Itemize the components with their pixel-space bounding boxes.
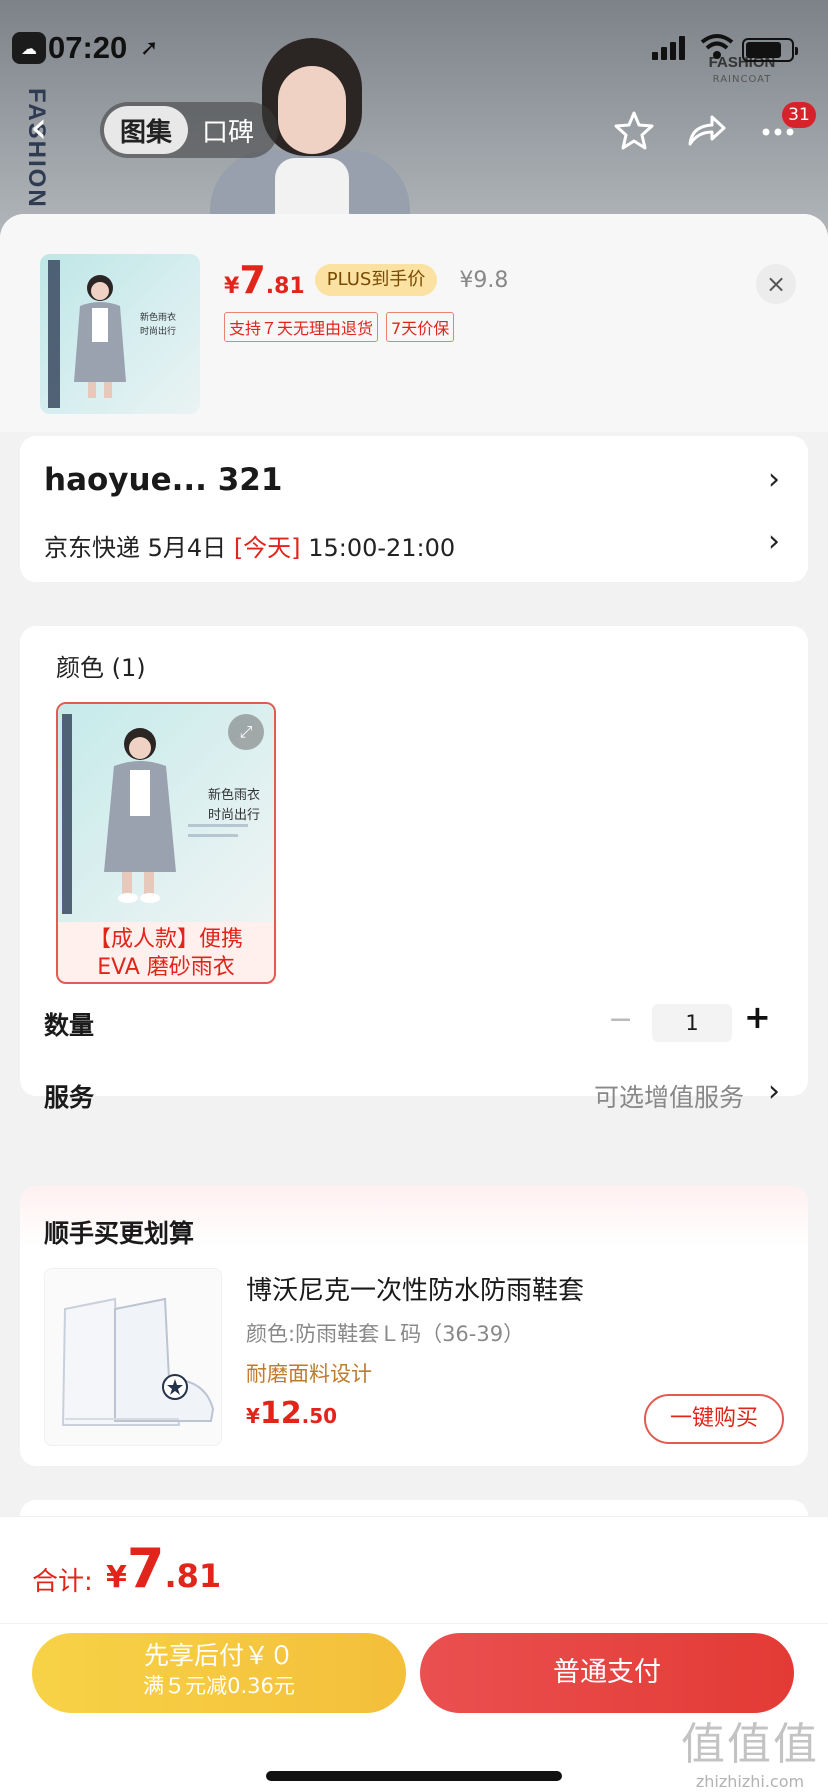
delivery-today: [今天] bbox=[233, 534, 301, 562]
star-icon[interactable] bbox=[612, 108, 656, 152]
bundle-title: 顺手买更划算 bbox=[44, 1219, 195, 1248]
price-protection-tag: 7天价保 bbox=[386, 312, 455, 342]
options-card: 颜色 (1) 新色雨衣 时尚出行 ⤢ 【成人款】便携 EVA 磨砂雨衣 数量 −… bbox=[20, 626, 808, 1112]
cellular-signal-icon bbox=[652, 36, 688, 60]
bundle-item-name[interactable]: 博沃尼克一次性防水防雨鞋套 bbox=[246, 1270, 584, 1307]
watermark-url: zhizhizhi.com bbox=[695, 1772, 805, 1791]
total-label: 合计: bbox=[32, 1567, 93, 1597]
bundle-card: 顺手买更划算 博沃尼克一次性防水防雨鞋套 颜色:防雨鞋套Ｌ码（36-39） 耐磨… bbox=[20, 1186, 808, 1466]
quantity-decrease-button[interactable]: − bbox=[608, 1002, 633, 1037]
color-option-selected[interactable]: 新色雨衣 时尚出行 ⤢ 【成人款】便携 EVA 磨砂雨衣 bbox=[56, 702, 276, 984]
close-icon[interactable]: × bbox=[756, 264, 796, 304]
message-count-badge: 31 bbox=[782, 102, 816, 128]
back-icon[interactable]: ‹ bbox=[30, 106, 48, 150]
quantity-field[interactable]: 1 bbox=[652, 1004, 732, 1042]
divider bbox=[0, 1623, 828, 1624]
option-image-text-1: 新色雨衣 bbox=[208, 788, 261, 803]
chevron-right-icon[interactable]: › bbox=[768, 1074, 780, 1109]
service-label: 服务 bbox=[44, 1083, 95, 1112]
plus-price: ¥7.81 bbox=[224, 258, 305, 302]
home-indicator[interactable] bbox=[266, 1771, 562, 1781]
sheet-header: 新色雨衣 时尚出行 ¥7.81 PLUS到手价 ¥9.8 支持７天无理由退货 7天价保… bbox=[0, 214, 828, 432]
plus-price-tag: PLUS到手价 bbox=[314, 264, 438, 296]
service-value[interactable]: 可选增值服务 bbox=[594, 1078, 744, 1114]
svg-text:新色雨衣: 新色雨衣 bbox=[140, 311, 176, 323]
bundle-item-spec: 颜色:防雨鞋套Ｌ码（36-39） bbox=[246, 1322, 525, 1346]
pay-later-discount: 满５元减0.36元 bbox=[143, 1674, 295, 1698]
pay-later-button[interactable]: 先享后付￥０ 满５元减0.36元 bbox=[32, 1633, 406, 1713]
svg-text:时尚出行: 时尚出行 bbox=[140, 325, 176, 337]
option-image-text-2: 时尚出行 bbox=[208, 808, 261, 823]
pay-button[interactable]: 普通支付 bbox=[420, 1633, 794, 1713]
original-price: ¥9.8 bbox=[459, 268, 509, 293]
delivery-carrier-date: 京东快递 5月4日 bbox=[44, 534, 227, 562]
color-title: 颜色 (1) bbox=[56, 654, 146, 682]
total-price: ¥7.81 bbox=[106, 1537, 222, 1600]
raincoat-thumbnail-art: 新色雨衣 时尚出行 bbox=[48, 260, 176, 408]
delivery-window: 15:00-21:00 bbox=[308, 534, 456, 562]
bundle-item-feature: 耐磨面料设计 bbox=[246, 1362, 372, 1386]
address-card[interactable]: haoyue... 321 › 京东快递 5月4日 [今天] 15:00-21:… bbox=[20, 436, 808, 582]
color-option-name: 【成人款】便携 EVA 磨砂雨衣 bbox=[88, 927, 243, 980]
chevron-right-icon[interactable]: › bbox=[768, 462, 780, 497]
tab-gallery[interactable]: 图集 bbox=[104, 106, 189, 154]
shoe-cover-art bbox=[61, 1297, 215, 1426]
status-bar: ☁ 07:20 ➚ bbox=[0, 0, 828, 96]
battery-icon bbox=[742, 38, 798, 62]
color-option-image: 新色雨衣 时尚出行 ⤢ bbox=[58, 704, 274, 922]
one-click-buy-button[interactable]: 一键购买 bbox=[644, 1394, 784, 1444]
return-policy-tag: 支持７天无理由退货 bbox=[224, 312, 379, 342]
quantity-label: 数量 bbox=[44, 1011, 95, 1040]
delivery-info: 京东快递 5月4日 [今天] 15:00-21:00 bbox=[44, 528, 455, 563]
chevron-right-icon[interactable]: › bbox=[768, 524, 780, 559]
shoe-cover-image[interactable] bbox=[44, 1268, 222, 1446]
location-arrow-icon: ➚ bbox=[140, 36, 159, 61]
bundle-item-price: ¥12.50 bbox=[246, 1396, 338, 1431]
share-icon[interactable] bbox=[684, 108, 728, 152]
quantity-increase-button[interactable]: + bbox=[744, 998, 771, 1036]
site-watermark: 值值值 zhizhizhi.com bbox=[680, 1708, 820, 1791]
status-time: 07:20 bbox=[48, 30, 128, 65]
recipient-name: haoyue... 321 bbox=[44, 462, 283, 498]
header-tabs: 图集 口碑 bbox=[100, 102, 278, 158]
app-switch-icon: ☁ bbox=[12, 32, 46, 64]
pay-later-label: 先享后付￥０ bbox=[143, 1641, 294, 1670]
watermark-logo: 值值值 bbox=[681, 1719, 819, 1770]
tab-reviews[interactable]: 口碑 bbox=[188, 106, 270, 154]
expand-icon[interactable]: ⤢ bbox=[228, 714, 264, 750]
price-block: ¥7.81 PLUS到手价 ¥9.8 支持７天无理由退货 7天价保 bbox=[224, 258, 508, 342]
wifi-icon bbox=[700, 34, 734, 59]
product-thumbnail[interactable]: 新色雨衣 时尚出行 bbox=[40, 254, 200, 414]
